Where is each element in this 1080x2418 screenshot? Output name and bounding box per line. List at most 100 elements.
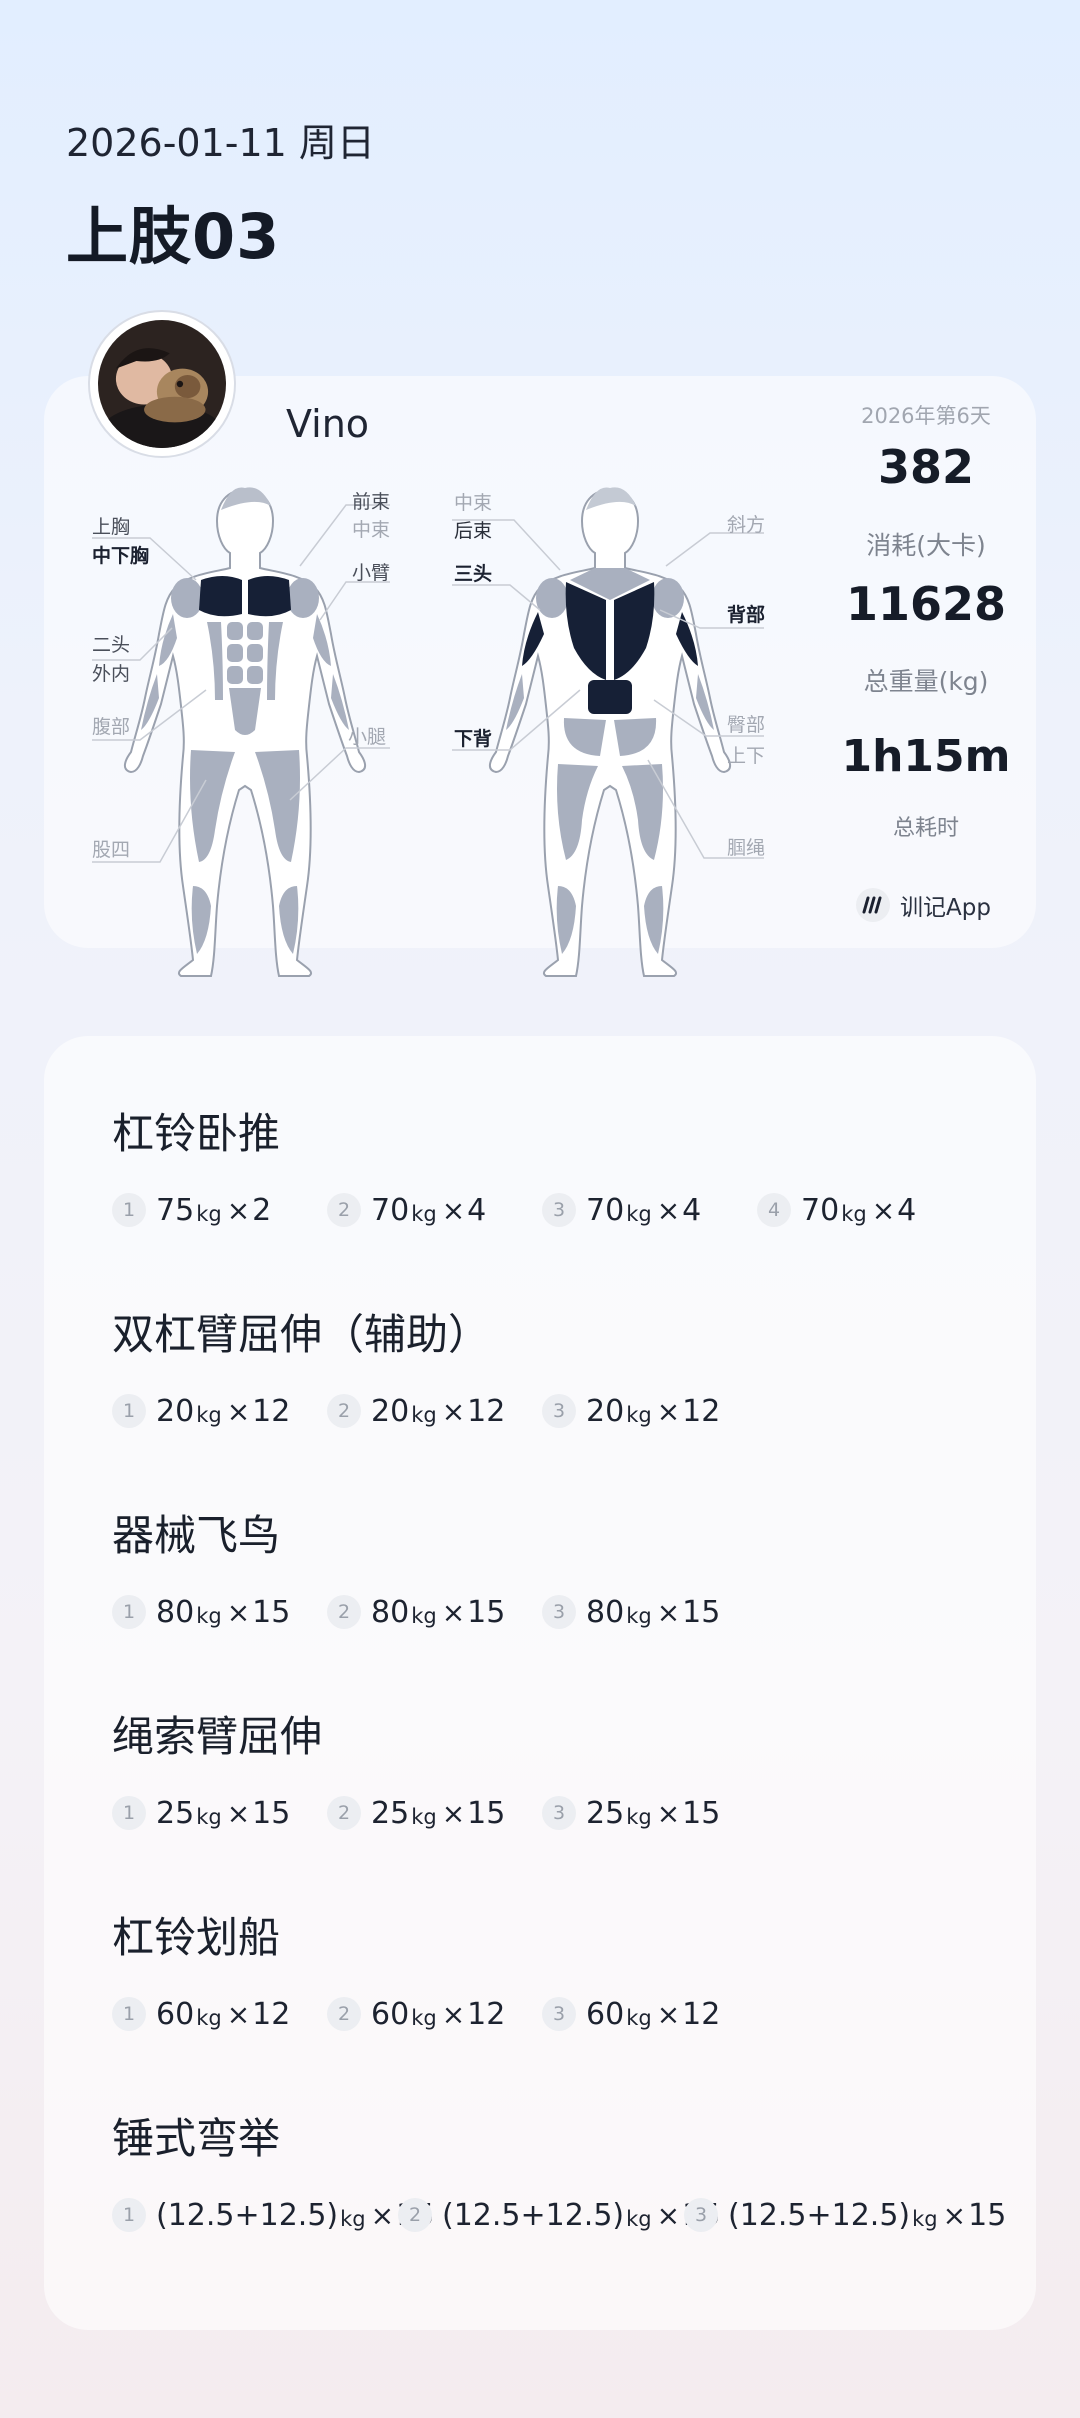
- set-unit: kg: [411, 1202, 437, 1226]
- set-unit: kg: [626, 2207, 652, 2231]
- set-number-badge: 2: [327, 1796, 361, 1830]
- set-reps: 15: [467, 1795, 506, 1831]
- set-times-sign: ×: [441, 1997, 466, 2031]
- set-reps: 12: [467, 1393, 506, 1429]
- set-number-badge: 1: [112, 1595, 146, 1629]
- duration-label: 总耗时: [892, 816, 959, 841]
- label-triceps: 三头: [454, 563, 493, 585]
- set-reps: 4: [467, 1192, 487, 1228]
- set-entry: 3 (12.5+12.5) kg × 15: [684, 2191, 1006, 2239]
- exercise-item[interactable]: 器械飞鸟 1 80 kg × 15 2 80 kg × 15 3 80 kg × 15: [112, 1506, 1012, 1636]
- set-times-sign: ×: [370, 2198, 395, 2232]
- label-quads: 股四: [92, 839, 131, 861]
- set-times-sign: ×: [656, 1796, 681, 1830]
- set-number-badge: 1: [112, 1796, 146, 1830]
- set-reps: 2: [252, 1192, 272, 1228]
- set-number-badge: 2: [327, 1394, 361, 1428]
- set-weight: 75: [156, 1192, 195, 1228]
- set-unit: kg: [411, 2006, 437, 2030]
- workout-date: 2026-01-11 周日: [66, 121, 375, 165]
- volume-label: 总重量(kg): [863, 667, 989, 696]
- set-entry: 3 60 kg × 12: [542, 1990, 720, 2038]
- set-times-sign: ×: [226, 1796, 251, 1830]
- set-times-sign: ×: [226, 1394, 251, 1428]
- exercise-item[interactable]: 双杠臂屈伸（辅助） 1 20 kg × 12 2 20 kg × 12 3 20 kg × 12: [112, 1305, 1012, 1435]
- set-times-sign: ×: [441, 1193, 466, 1227]
- set-weight: (12.5+12.5): [156, 2197, 339, 2233]
- set-reps: 15: [968, 2197, 1007, 2233]
- set-unit: kg: [411, 1805, 437, 1829]
- exercise-item[interactable]: 锤式弯举1(12.5+12.5)kg×152(12.5+12.5)kg×153(…: [112, 2109, 1012, 2239]
- set-unit: kg: [196, 2006, 222, 2030]
- set-weight: 60: [371, 1996, 410, 2032]
- set-unit: kg: [841, 1202, 867, 1226]
- set-reps: 12: [682, 1996, 721, 2032]
- set-unit: kg: [196, 1403, 222, 1427]
- exercise-name: 锤式弯举: [112, 2114, 281, 2163]
- calories-label: 消耗(大卡): [866, 531, 986, 560]
- exercise-item[interactable]: 杠铃卧推 1 75 kg × 2 2 70 kg × 4 3 70 kg × 4 4 70 kg × 4: [112, 1104, 1012, 1234]
- set-times-sign: ×: [942, 2198, 967, 2232]
- set-times-sign: ×: [441, 1595, 466, 1629]
- set-unit: kg: [626, 1403, 652, 1427]
- set-weight: 25: [586, 1795, 625, 1831]
- set-weight: 80: [586, 1594, 625, 1630]
- set-number-badge: 1: [112, 1193, 146, 1227]
- set-entry: 3 80 kg × 15: [542, 1588, 720, 1636]
- set-entry: 1 20 kg × 12: [112, 1387, 290, 1435]
- set-entry: 2(12.5+12.5)kg×15: [398, 2191, 720, 2239]
- set-times-sign: ×: [226, 1595, 251, 1629]
- set-times-sign: ×: [441, 1394, 466, 1428]
- exercise-name: 双杠臂屈伸（辅助）: [112, 1310, 491, 1359]
- set-entry: 3 20 kg × 12: [542, 1387, 720, 1435]
- set-weight: (12.5+12.5): [728, 2197, 911, 2233]
- label-upper-chest: 上胸: [92, 516, 131, 538]
- label-upper-lower: 上下: [727, 745, 766, 767]
- set-list: 1 60 kg × 12 2 60 kg × 12 3 60 kg × 12: [112, 1990, 1012, 2038]
- set-number-badge: 2: [327, 1997, 361, 2031]
- label-hamstrings: 腘绳: [727, 837, 766, 859]
- set-entry: 2 20 kg × 12: [327, 1387, 505, 1435]
- label-forearm: 小臂: [352, 562, 391, 584]
- exercise-name: 杠铃划船: [112, 1913, 281, 1962]
- set-unit: kg: [196, 1202, 222, 1226]
- set-unit: kg: [626, 2006, 652, 2030]
- set-unit: kg: [626, 1604, 652, 1628]
- set-times-sign: ×: [441, 1796, 466, 1830]
- set-number-badge: 2: [327, 1193, 361, 1227]
- workout-title: 上肢03: [66, 200, 281, 273]
- label-rear-delt: 后束: [454, 520, 493, 542]
- set-number-badge: 1: [112, 1997, 146, 2031]
- set-number-badge: 1: [112, 1394, 146, 1428]
- set-entry: 1 80 kg × 15: [112, 1588, 290, 1636]
- set-entry: 3 25 kg × 15: [542, 1789, 720, 1837]
- label-mid-delt-back: 中束: [454, 492, 493, 514]
- set-times-sign: ×: [871, 1193, 896, 1227]
- set-reps: 12: [252, 1996, 291, 2032]
- set-times-sign: ×: [226, 1997, 251, 2031]
- set-number-badge: 3: [542, 1796, 576, 1830]
- week-label: 2026年第6天: [861, 404, 991, 428]
- volume-value: 11628: [845, 577, 1007, 631]
- label-front-delt: 前束: [352, 491, 391, 513]
- set-number-badge: 3: [542, 1193, 576, 1227]
- set-number-badge: 3: [684, 2198, 718, 2232]
- set-number-badge: 4: [757, 1193, 791, 1227]
- set-weight: 20: [371, 1393, 410, 1429]
- exercise-item[interactable]: 绳索臂屈伸 1 25 kg × 15 2 25 kg × 15 3 25 kg × 15: [112, 1707, 1012, 1837]
- set-unit: kg: [196, 1805, 222, 1829]
- set-weight: 60: [586, 1996, 625, 2032]
- set-reps: 4: [897, 1192, 917, 1228]
- set-weight: 70: [801, 1192, 840, 1228]
- set-weight: 80: [156, 1594, 195, 1630]
- exercise-name: 杠铃卧推: [112, 1109, 281, 1158]
- set-entry: 2 80 kg × 15: [327, 1588, 505, 1636]
- set-entry: 1(12.5+12.5)kg×15: [112, 2191, 434, 2239]
- avatar[interactable]: [88, 310, 236, 458]
- exercise-item[interactable]: 杠铃划船 1 60 kg × 12 2 60 kg × 12 3 60 kg × 12: [112, 1908, 1012, 2038]
- set-number-badge: 2: [398, 2198, 432, 2232]
- brand-badge[interactable]: 训记App: [856, 888, 991, 922]
- set-reps: 4: [682, 1192, 702, 1228]
- calories-value: 382: [877, 440, 975, 494]
- set-list: 1 20 kg × 12 2 20 kg × 12 3 20 kg × 12: [112, 1387, 1012, 1435]
